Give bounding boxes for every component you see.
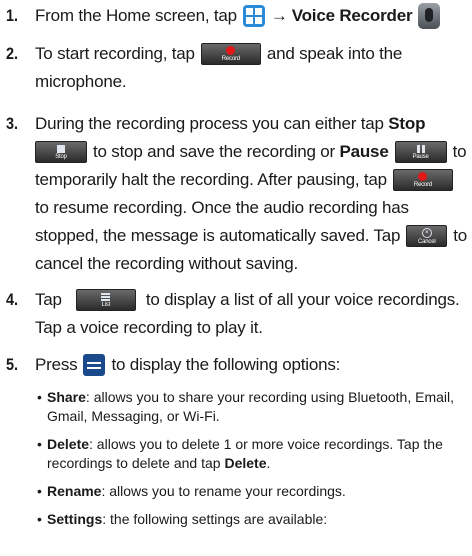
option-delete: • Delete: allows you to delete 1 or more… <box>37 436 443 471</box>
options-list: • Share: allows you to share your record… <box>37 388 467 529</box>
pause-term: Pause <box>339 142 389 161</box>
step-3-text: to <box>452 142 467 161</box>
step-3-text: to stop and save the recording or <box>93 142 335 161</box>
step-number: 3. <box>6 114 19 133</box>
share-term: Share <box>47 389 86 405</box>
voice-recorder-label: Voice Recorder <box>291 6 413 25</box>
instructions-document: 1. From the Home screen, tap → Voice Rec… <box>0 0 472 556</box>
share-text: Gmail, Messaging, or Wi-Fi. <box>47 408 220 424</box>
step-3-text: to resume recording. Once the audio reco… <box>35 198 409 217</box>
arrow-icon: → <box>270 6 288 25</box>
delete-term: Delete <box>47 436 90 452</box>
cancel-button-icon: × Cancel <box>406 225 448 247</box>
delete-text: . <box>266 455 271 471</box>
settings-text: : the following settings are available: <box>102 511 328 527</box>
menu-icon <box>83 354 106 376</box>
step-3-text: stopped, the message is automatically sa… <box>35 226 401 245</box>
option-share: • Share: allows you to share your record… <box>37 389 455 424</box>
step-4-text: Tap a voice recording to play it. <box>35 318 263 337</box>
step-number: 5. <box>6 355 19 374</box>
rename-text: : allows you to rename your recordings. <box>101 483 346 499</box>
voice-recorder-icon <box>418 3 441 29</box>
settings-term: Settings <box>47 511 103 527</box>
step-5-text: to display the following options: <box>111 355 341 374</box>
step-4-text: to display a list of all your voice reco… <box>145 290 460 309</box>
step-3-text: During the recording process you can eit… <box>35 114 384 133</box>
delete-term-2: Delete <box>224 455 267 471</box>
rename-term: Rename <box>47 483 102 499</box>
step-number: 1. <box>6 6 19 25</box>
step-2-text: and speak into the <box>266 44 403 63</box>
option-rename: • Rename: allows you to rename your reco… <box>37 483 346 499</box>
stop-button-icon: Stop <box>35 141 87 163</box>
pause-button-icon: Pause <box>394 141 447 163</box>
list-button-icon: List <box>75 289 136 311</box>
step-3-text: temporarily halt the recording. After pa… <box>35 170 387 189</box>
step-3-text: cancel the recording without saving. <box>35 254 299 273</box>
step-3-text: to <box>453 226 467 245</box>
record-caption: Record <box>221 56 240 62</box>
step-number: 4. <box>6 290 19 309</box>
list-caption: List <box>101 301 111 308</box>
cancel-caption: Cancel <box>417 238 436 245</box>
option-settings: • Settings: the following settings are a… <box>37 511 328 527</box>
step-5-text: Press <box>35 355 78 374</box>
record-caption: Record <box>413 182 433 188</box>
step-number: 2. <box>6 44 19 63</box>
record-button-icon: Record <box>392 169 453 191</box>
delete-text: recordings to delete and tap <box>47 455 221 471</box>
step-2-text: microphone. <box>35 72 127 91</box>
step-1-text: From the Home screen, tap <box>35 6 237 25</box>
step-4-text: Tap <box>35 290 62 309</box>
record-button-icon: Record <box>200 43 261 65</box>
delete-text: : allows you to delete 1 or more voice r… <box>89 436 443 452</box>
share-text: : allows you to share your recording usi… <box>85 389 455 405</box>
apps-grid-icon <box>242 5 265 27</box>
stop-term: Stop <box>388 114 426 133</box>
stop-caption: Stop <box>55 153 67 160</box>
pause-caption: Pause <box>412 153 429 160</box>
step-2-text: To start recording, tap <box>35 44 195 63</box>
